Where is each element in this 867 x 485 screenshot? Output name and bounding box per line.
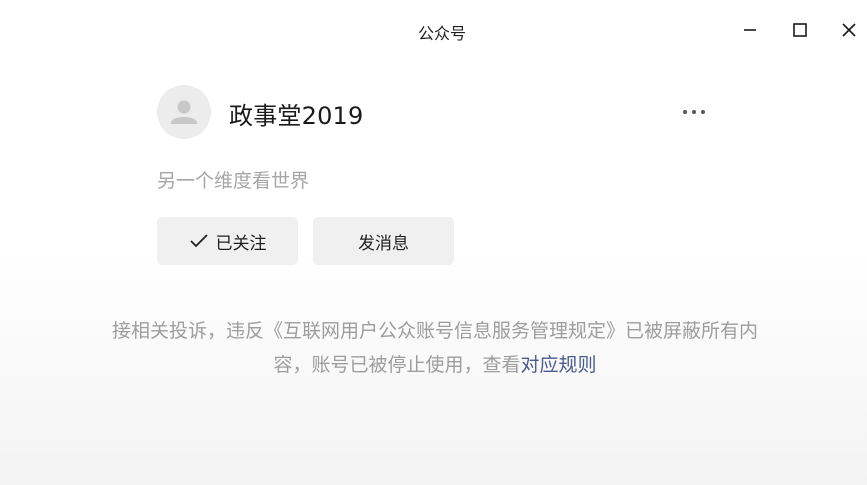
followed-label: 已关注	[215, 233, 267, 254]
account-avatar[interactable]	[157, 85, 211, 139]
blocked-notice: 接相关投诉，违反《互联网用户公众账号信息服务管理规定》已被屏蔽所有内 容，账号已…	[60, 314, 810, 382]
account-description: 另一个维度看世界	[157, 170, 310, 192]
close-button[interactable]	[834, 15, 864, 45]
more-dots-icon	[683, 110, 705, 114]
notice-line-2-text: 容，账号已被停止使用，查看	[273, 354, 521, 376]
notice-line-2: 容，账号已被停止使用，查看对应规则	[60, 348, 810, 382]
default-avatar-icon	[171, 100, 197, 124]
message-label: 发消息	[358, 233, 409, 254]
maximize-icon	[793, 23, 807, 37]
rules-link[interactable]: 对应规则	[521, 354, 597, 376]
check-icon	[189, 233, 209, 249]
minimize-button[interactable]	[735, 15, 765, 45]
maximize-button[interactable]	[785, 15, 815, 45]
official-account-window: 公众号 政事堂2019 另一个维度看世界 已关注 发消息 接相关投诉，违反《互联…	[0, 0, 867, 485]
send-message-button[interactable]: 发消息	[313, 217, 454, 265]
followed-button[interactable]: 已关注	[157, 217, 298, 265]
notice-line-1: 接相关投诉，违反《互联网用户公众账号信息服务管理规定》已被屏蔽所有内	[111, 320, 758, 342]
minimize-icon	[744, 29, 756, 31]
more-button[interactable]	[676, 98, 712, 126]
account-name: 政事堂2019	[229, 102, 364, 130]
close-icon	[842, 23, 856, 37]
